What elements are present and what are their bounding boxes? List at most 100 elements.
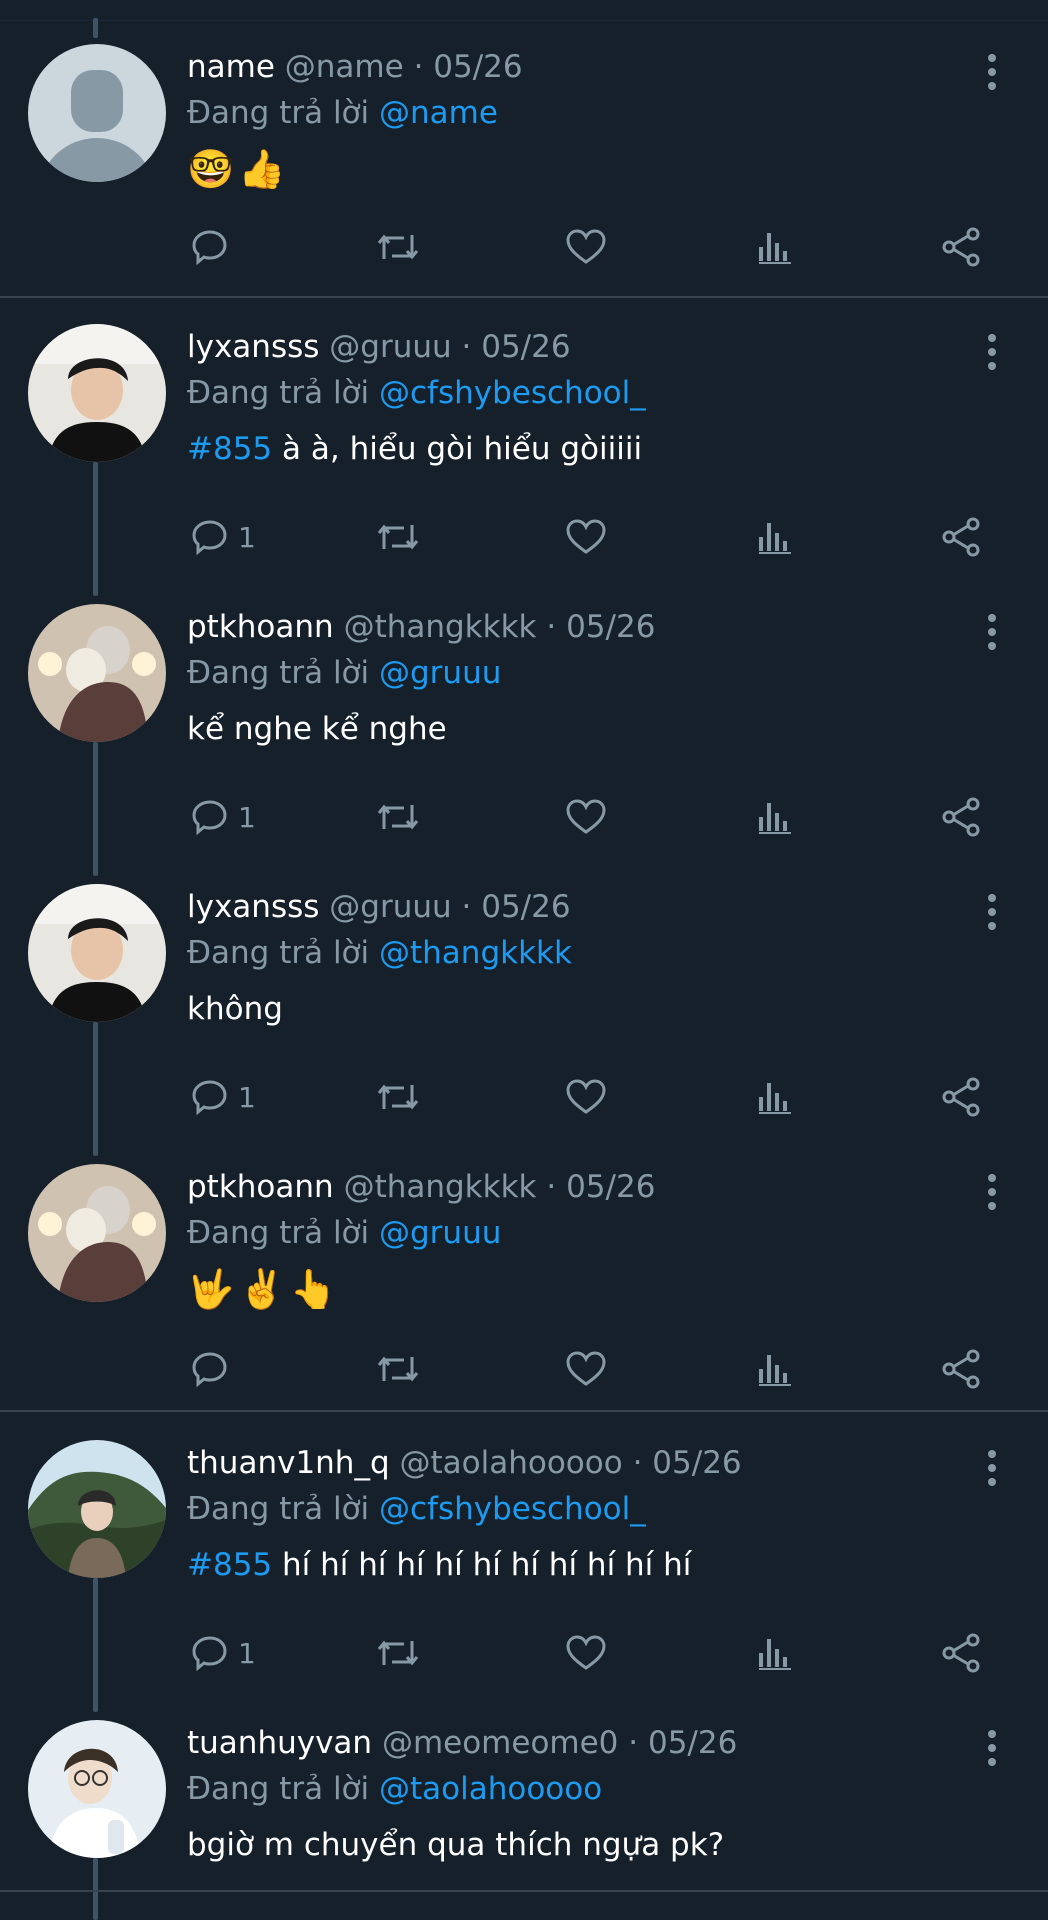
action-bar: 1 [0,1630,1048,1676]
divider [0,1410,1048,1412]
username[interactable]: @gruuu [329,889,451,925]
like-button[interactable] [565,794,607,840]
mention-link[interactable]: @cfshybeschool_ [379,375,646,411]
heart-icon [566,1635,606,1670]
timestamp[interactable]: 05/26 [481,889,570,925]
avatar[interactable] [28,44,166,182]
thread-line [93,1022,98,1156]
tweet[interactable]: lyxansss @gruuu · 05/26 Đang trả lời @cf… [0,314,1048,594]
tweet[interactable]: ptkhoann @thangkkkk · 05/26 Đang trả lời… [0,1154,1048,1414]
tweet[interactable]: lyxansss @gruuu · 05/26 Đang trả lời @th… [0,874,1048,1154]
username[interactable]: @thangkkkk [344,609,537,645]
replying-to-label: Đang trả lời [187,95,370,131]
timestamp[interactable]: 05/26 [433,49,522,85]
retweet-button[interactable] [375,1346,421,1392]
retweet-button[interactable] [375,794,421,840]
analytics-button[interactable] [757,1346,793,1392]
retweet-button[interactable] [375,1074,421,1120]
like-button[interactable] [565,1074,607,1120]
more-vertical-icon[interactable] [980,1450,1004,1490]
timestamp[interactable]: 05/26 [652,1445,741,1481]
more-vertical-icon[interactable] [980,54,1004,94]
mention-link[interactable]: @gruuu [379,655,501,691]
retweet-button[interactable] [375,514,421,560]
like-button[interactable] [565,1346,607,1392]
more-vertical-icon[interactable] [980,614,1004,654]
top-edge [0,0,1048,21]
share-button[interactable] [940,1630,982,1676]
more-vertical-icon[interactable] [980,894,1004,934]
hashtag-link[interactable]: #855 [187,431,272,467]
more-vertical-icon[interactable] [980,1174,1004,1214]
tweet-header: ptkhoann @thangkkkk · 05/26 [187,1164,655,1210]
retweet-button[interactable] [375,224,421,270]
share-button[interactable] [940,514,982,560]
display-name[interactable]: thuanv1nh_q [187,1445,390,1481]
display-name[interactable]: ptkhoann [187,1169,334,1205]
reply-button[interactable] [190,1346,238,1392]
display-name[interactable]: tuanhuyvan [187,1725,372,1761]
analytics-icon [759,1639,791,1670]
timestamp[interactable]: 05/26 [566,1169,655,1205]
avatar[interactable] [28,1720,166,1858]
avatar[interactable] [28,884,166,1022]
tweet[interactable]: thuanv1nh_q @taolahooooo · 05/26 Đang tr… [0,1430,1048,1710]
mention-link[interactable]: @taolahooooo [379,1771,602,1807]
reply-count: 1 [238,800,256,834]
hashtag-link[interactable]: #855 [187,1547,272,1583]
avatar[interactable] [28,604,166,742]
reply-icon [192,520,227,556]
timestamp[interactable]: 05/26 [566,609,655,645]
reply-button[interactable] [190,224,238,270]
analytics-button[interactable] [757,224,793,270]
separator-dot: · [413,49,424,85]
mention-link[interactable]: @cfshybeschool_ [379,1491,646,1527]
timestamp[interactable]: 05/26 [648,1725,737,1761]
retweet-button[interactable] [375,1630,421,1676]
reply-button[interactable]: 1 [190,514,256,560]
reply-icon [192,1352,227,1388]
analytics-button[interactable] [757,1630,793,1676]
timestamp[interactable]: 05/26 [481,329,570,365]
analytics-icon [759,803,791,834]
share-button[interactable] [940,794,982,840]
analytics-button[interactable] [757,794,793,840]
tweet[interactable]: ptkhoann @thangkkkk · 05/26 Đang trả lời… [0,594,1048,874]
username[interactable]: @name [285,49,404,85]
analytics-button[interactable] [757,1074,793,1120]
more-vertical-icon[interactable] [980,334,1004,374]
analytics-button[interactable] [757,514,793,560]
replying-to-label: Đang trả lời [187,1215,370,1251]
share-button[interactable] [940,224,982,270]
reply-button[interactable]: 1 [190,1074,256,1120]
mention-link[interactable]: @name [379,95,498,131]
tweet[interactable]: name @name · 05/26 Đang trả lời @name 🤓👍 [0,34,1048,298]
replying-to-label: Đang trả lời [187,375,370,411]
share-button[interactable] [940,1074,982,1120]
tweet-text-body: à à, hiểu gòi hiểu gòiiiii [272,431,643,467]
username[interactable]: @meomeome0 [382,1725,618,1761]
replying-to: Đang trả lời @cfshybeschool_ [187,1486,646,1532]
display-name[interactable]: name [187,49,275,85]
reply-button[interactable]: 1 [190,1630,256,1676]
username[interactable]: @thangkkkk [344,1169,537,1205]
reply-button[interactable]: 1 [190,794,256,840]
share-button[interactable] [940,1346,982,1392]
separator-dot: · [546,1169,557,1205]
avatar[interactable] [28,324,166,462]
like-button[interactable] [565,514,607,560]
mention-link[interactable]: @thangkkkk [379,935,572,971]
display-name[interactable]: lyxansss [187,329,319,365]
like-button[interactable] [565,224,607,270]
username[interactable]: @gruuu [329,329,451,365]
tweet-text: bgiờ m chuyển qua thích ngựa pk? [187,1827,725,1863]
display-name[interactable]: ptkhoann [187,609,334,645]
like-button[interactable] [565,1630,607,1676]
more-vertical-icon[interactable] [980,1730,1004,1770]
tweet[interactable]: tuanhuyvan @meomeome0 · 05/26 Đang trả l… [0,1710,1048,1910]
username[interactable]: @taolahooooo [400,1445,623,1481]
avatar[interactable] [28,1164,166,1302]
mention-link[interactable]: @gruuu [379,1215,501,1251]
avatar[interactable] [28,1440,166,1578]
display-name[interactable]: lyxansss [187,889,319,925]
